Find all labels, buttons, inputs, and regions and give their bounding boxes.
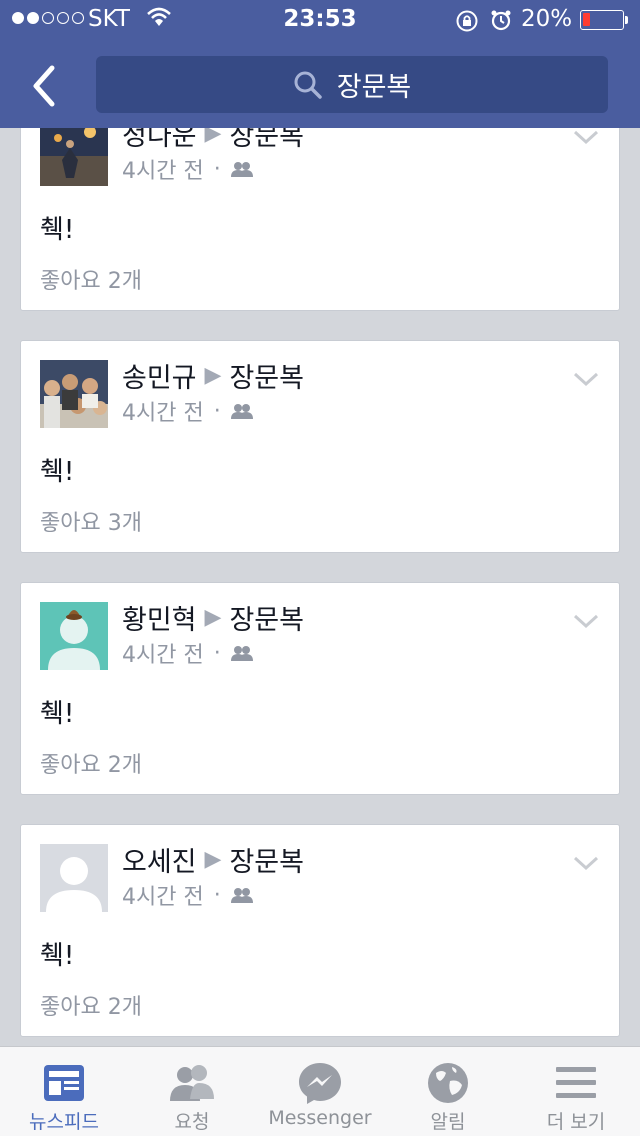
friend-requests-icon xyxy=(170,1065,214,1101)
rotation-lock-icon xyxy=(456,10,478,32)
arrow-right-icon: ▶ xyxy=(204,847,222,872)
status-bar: SKT 23:53 20% xyxy=(0,0,640,40)
author-name[interactable]: 오세진 xyxy=(122,840,197,879)
post-time[interactable]: 4시간 전 xyxy=(122,879,204,911)
tab-requests[interactable]: 요청 xyxy=(128,1047,256,1136)
tab-label: 요청 xyxy=(174,1111,210,1133)
friends-audience-icon xyxy=(230,162,253,177)
tab-label: 알림 xyxy=(430,1111,466,1133)
author-avatar[interactable] xyxy=(40,118,108,186)
post-time[interactable]: 4시간 전 xyxy=(122,153,204,185)
post-text: 췍! xyxy=(40,457,75,487)
bottom-tab-bar: 뉴스피드 요청 Messenger 알림 더 보기 xyxy=(0,1046,640,1136)
chevron-down-icon[interactable] xyxy=(573,855,599,871)
messenger-icon xyxy=(299,1063,341,1104)
author-avatar[interactable] xyxy=(40,360,108,428)
menu-icon xyxy=(556,1067,596,1098)
back-button[interactable] xyxy=(22,62,70,110)
author-name[interactable]: 황민혁 xyxy=(122,598,197,637)
tab-label: 더 보기 xyxy=(546,1111,606,1133)
target-name[interactable]: 장문복 xyxy=(229,356,304,395)
tab-notifications[interactable]: 알림 xyxy=(384,1047,512,1136)
post-card[interactable]: 송민규 ▶ 장문복 4시간 전 · 췍! 좋아요 3개 xyxy=(20,340,620,553)
friends-audience-icon xyxy=(230,888,253,903)
alarm-clock-icon xyxy=(491,10,511,31)
arrow-right-icon: ▶ xyxy=(204,605,222,630)
post-card[interactable]: 오세진 ▶ 장문복 4시간 전 · 췍! 좋아요 2개 xyxy=(20,824,620,1037)
author-avatar[interactable] xyxy=(40,602,108,670)
like-count[interactable]: 좋아요 3개 xyxy=(40,505,142,537)
battery-icon xyxy=(580,10,624,30)
tab-label: 뉴스피드 xyxy=(29,1111,99,1133)
separator-dot: · xyxy=(213,882,221,908)
author-avatar[interactable] xyxy=(40,844,108,912)
chevron-down-icon[interactable] xyxy=(573,613,599,629)
battery-percentage: 20% xyxy=(521,6,573,32)
post-card[interactable]: 정다운 ▶ 장문복 4시간 전 · 췍! 좋아요 2개 xyxy=(20,98,620,311)
separator-dot: · xyxy=(213,640,221,666)
post-time[interactable]: 4시간 전 xyxy=(122,395,204,427)
target-name[interactable]: 장문복 xyxy=(229,598,304,637)
search-input[interactable]: 장문복 xyxy=(96,56,608,113)
search-query: 장문복 xyxy=(336,72,412,103)
like-count[interactable]: 좋아요 2개 xyxy=(40,989,142,1021)
target-name[interactable]: 장문복 xyxy=(229,840,304,879)
search-icon xyxy=(294,71,322,99)
chevron-down-icon[interactable] xyxy=(573,371,599,387)
friends-audience-icon xyxy=(230,646,253,661)
friends-audience-icon xyxy=(230,404,253,419)
author-name[interactable]: 송민규 xyxy=(122,356,197,395)
like-count[interactable]: 좋아요 2개 xyxy=(40,263,142,295)
separator-dot: · xyxy=(213,156,221,182)
tab-label: Messenger xyxy=(268,1107,372,1129)
app-header: SKT 23:53 20% 장문복 xyxy=(0,0,640,128)
post-text: 췍! xyxy=(40,941,75,971)
chevron-down-icon[interactable] xyxy=(573,129,599,145)
separator-dot: · xyxy=(213,398,221,424)
tab-messenger[interactable]: Messenger xyxy=(256,1047,384,1136)
newsfeed-icon xyxy=(44,1065,84,1101)
like-count[interactable]: 좋아요 2개 xyxy=(40,747,142,779)
arrow-right-icon: ▶ xyxy=(204,363,222,388)
post-text: 췍! xyxy=(40,215,75,245)
post-time[interactable]: 4시간 전 xyxy=(122,637,204,669)
news-feed[interactable]: 정다운 ▶ 장문복 4시간 전 · 췍! 좋아요 2개 송민규 ▶ 장문복 4시… xyxy=(0,0,640,1136)
tab-more[interactable]: 더 보기 xyxy=(512,1047,640,1136)
globe-icon xyxy=(428,1063,468,1103)
post-card[interactable]: 황민혁 ▶ 장문복 4시간 전 · 췍! 좋아요 2개 xyxy=(20,582,620,795)
tab-newsfeed[interactable]: 뉴스피드 xyxy=(0,1047,128,1136)
post-text: 췍! xyxy=(40,699,75,729)
